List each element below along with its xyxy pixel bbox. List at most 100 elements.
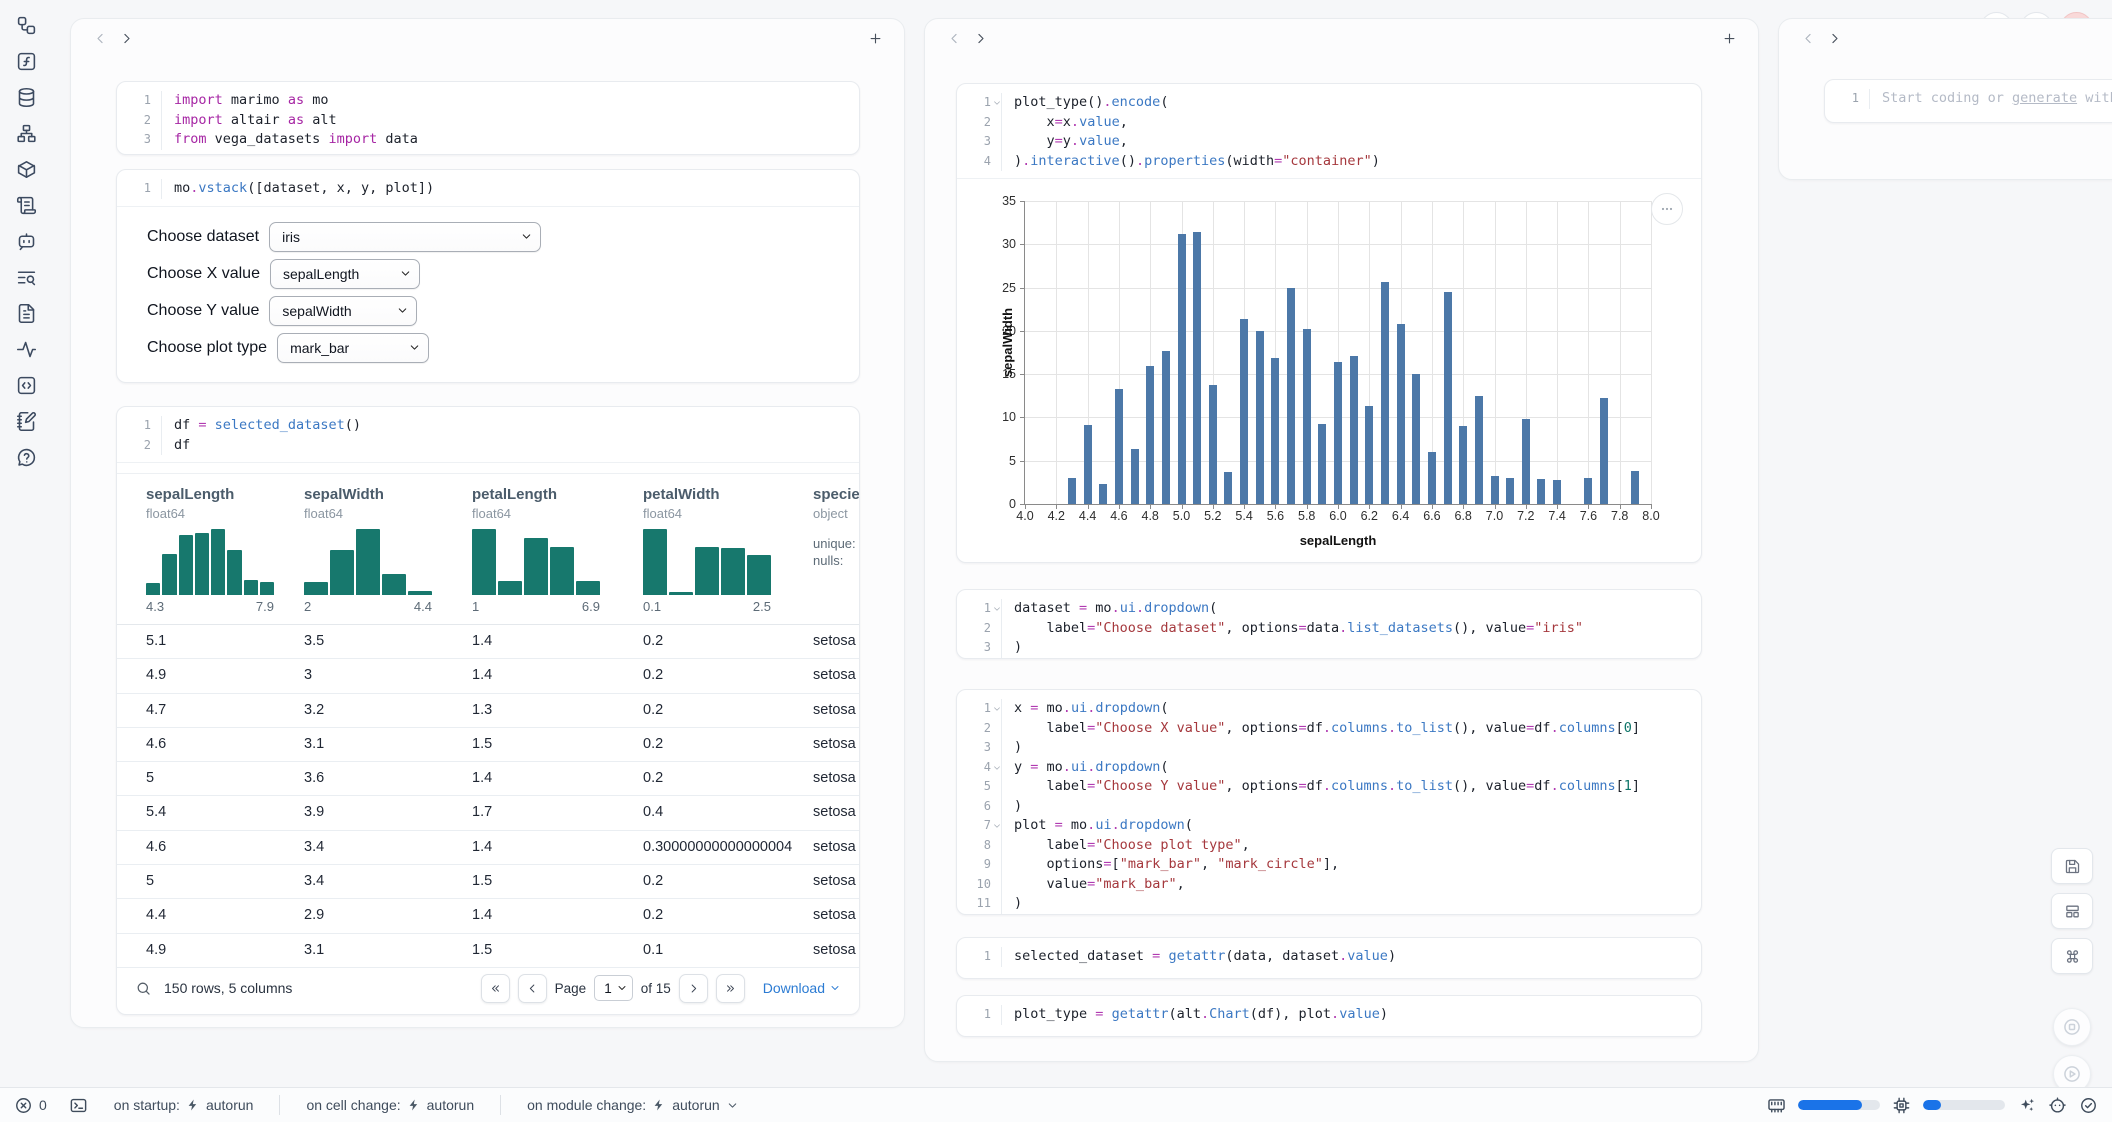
sidebar-item-notebook-pen[interactable] — [15, 410, 37, 432]
column-header-sepalLength[interactable]: sepalLengthfloat644.37.9 — [146, 486, 296, 614]
line-number: 2 — [957, 719, 1002, 739]
fold-chevron-icon[interactable] — [992, 821, 1002, 831]
prev-page-button[interactable] — [518, 974, 547, 1003]
chart-menu-button[interactable] — [1651, 193, 1683, 225]
table-cell: setosa — [813, 839, 859, 855]
dropdown-choose-plot-type[interactable]: mark_bar — [277, 333, 429, 363]
sidebar-item-package[interactable] — [15, 158, 37, 180]
column-header-sepalWidth[interactable]: sepalWidthfloat6424.4 — [304, 486, 454, 614]
chart-bar — [1178, 234, 1186, 504]
page-value: 1 — [604, 981, 612, 996]
chart-bar — [1334, 362, 1342, 504]
line-number: 1 — [957, 599, 1002, 619]
table-cell: 5.4 — [146, 804, 294, 820]
dropdown-choose-x-value[interactable]: sepalLength — [270, 259, 420, 289]
errors-icon[interactable] — [14, 1096, 33, 1115]
table-row[interactable]: 4.63.41.40.30000000000000004setosa — [117, 831, 859, 865]
code-text: label="Choose Y value", options=df.colum… — [1002, 777, 1640, 797]
connected-check-icon[interactable] — [2079, 1096, 2098, 1115]
sidebar-item-scroll-text[interactable] — [15, 194, 37, 216]
code-editor[interactable]: 1selected_dataset = getattr(data, datase… — [957, 938, 1701, 974]
code-editor[interactable]: 1mo.vstack([dataset, x, y, plot]) — [117, 170, 859, 206]
stop-button[interactable] — [2053, 1008, 2091, 1046]
layout-button[interactable] — [2051, 893, 2093, 929]
download-button[interactable]: Download — [763, 980, 841, 996]
chart-bar — [1162, 351, 1170, 504]
code-editor[interactable]: 1Start coding or generate with — [1825, 80, 2112, 116]
column-next-button[interactable] — [113, 25, 139, 51]
table-row[interactable]: 4.42.91.40.2setosa — [117, 899, 859, 933]
code-editor[interactable]: 1df = selected_dataset()2df — [117, 407, 859, 462]
code-editor[interactable]: 1dataset = mo.ui.dropdown(2 label="Choos… — [957, 590, 1701, 659]
code-editor[interactable]: 1plot_type().encode(2 x=x.value,3 y=y.va… — [957, 84, 1701, 178]
table-row[interactable]: 53.61.40.2setosa — [117, 762, 859, 796]
code-editor[interactable]: 1x = mo.ui.dropdown(2 label="Choose X va… — [957, 690, 1701, 915]
gridline — [1651, 201, 1652, 504]
bot-icon[interactable] — [2048, 1096, 2067, 1115]
chart-bar — [1537, 479, 1545, 504]
column-header-petalWidth[interactable]: petalWidthfloat640.12.5 — [643, 486, 793, 614]
search-icon[interactable] — [135, 980, 152, 997]
sidebar-item-file-text[interactable] — [15, 302, 37, 324]
first-page-button[interactable] — [481, 974, 510, 1003]
add-cell-button[interactable] — [862, 25, 888, 51]
bar-chart[interactable]: 4.04.24.44.64.85.05.25.45.65.86.06.26.46… — [957, 179, 1701, 561]
code-line: 3) — [957, 738, 1701, 758]
fold-chevron-icon[interactable] — [992, 704, 1002, 714]
histogram-bar — [576, 581, 600, 595]
code-editor[interactable]: 1plot_type = getattr(alt.Chart(df), plot… — [957, 996, 1701, 1032]
code-text: label="Choose X value", options=df.colum… — [1002, 719, 1640, 739]
column-prev-button[interactable] — [87, 25, 113, 51]
fold-chevron-icon[interactable] — [992, 98, 1002, 108]
sidebar-item-file-tree[interactable] — [15, 14, 37, 36]
run-mode-1[interactable]: on cell change:autorun — [306, 1097, 474, 1113]
table-row[interactable]: 4.63.11.50.2setosa — [117, 728, 859, 762]
table-row[interactable]: 5.13.51.40.2setosa — [117, 625, 859, 659]
column-prev-button[interactable] — [1795, 25, 1821, 51]
histogram-bar — [179, 535, 193, 595]
run-mode-0[interactable]: on startup:autorun — [114, 1097, 254, 1113]
table-row[interactable]: 53.41.50.2setosa — [117, 865, 859, 899]
code-editor[interactable]: 1import marimo as mo2import altair as al… — [117, 82, 859, 155]
sidebar-item-code-square[interactable] — [15, 374, 37, 396]
table-row[interactable]: 5.43.91.70.4setosa — [117, 796, 859, 830]
column-next-button[interactable] — [1821, 25, 1847, 51]
dropdown-choose-dataset[interactable]: iris — [269, 222, 541, 252]
sidebar-item-activity[interactable] — [15, 338, 37, 360]
table-cell: setosa — [813, 873, 859, 889]
column-next-button[interactable] — [967, 25, 993, 51]
table-row[interactable]: 4.73.21.30.2setosa — [117, 694, 859, 728]
run-mode-2[interactable]: on module change:autorun — [527, 1097, 739, 1113]
code-text: mo.vstack([dataset, x, y, plot]) — [162, 179, 434, 199]
fold-chevron-icon[interactable] — [992, 763, 1002, 773]
table-row[interactable]: 4.931.40.2setosa — [117, 659, 859, 693]
next-page-button[interactable] — [679, 974, 708, 1003]
sidebar-item-bot-message[interactable] — [15, 230, 37, 252]
last-page-button[interactable] — [716, 974, 745, 1003]
line-number: 1 — [1825, 89, 1870, 109]
chevron-down-icon — [408, 341, 421, 354]
fold-chevron-icon[interactable] — [992, 604, 1002, 614]
column-header-species[interactable]: speciesobjectunique:nulls: — [813, 486, 860, 569]
sidebar-item-database[interactable] — [15, 86, 37, 108]
sparkles-icon[interactable] — [2017, 1096, 2036, 1115]
sidebar-item-text-search[interactable] — [15, 266, 37, 288]
table-cell: setosa — [813, 702, 859, 718]
column-prev-button[interactable] — [941, 25, 967, 51]
histogram-bar — [524, 538, 548, 595]
add-cell-button[interactable] — [1716, 25, 1742, 51]
x-tick-label: 5.6 — [1267, 509, 1284, 523]
sidebar-item-message-question[interactable] — [15, 446, 37, 468]
sidebar-item-sitemap[interactable] — [15, 122, 37, 144]
sidebar-item-function-square[interactable] — [15, 50, 37, 72]
code-text: from vega_datasets import data — [162, 130, 418, 150]
page-select[interactable]: 1 — [594, 975, 633, 1001]
table-cell: 3.5 — [304, 633, 462, 649]
chart-plot-area[interactable]: 4.04.24.44.64.85.05.25.45.65.86.06.26.46… — [1024, 201, 1651, 505]
save-button[interactable] — [2051, 848, 2093, 884]
command-palette-button[interactable] — [2051, 938, 2093, 974]
dropdown-choose-y-value[interactable]: sepalWidth — [269, 296, 417, 326]
terminal-icon[interactable] — [69, 1096, 88, 1115]
dropdown-value: sepalWidth — [282, 303, 351, 319]
column-header-petalLength[interactable]: petalLengthfloat6416.9 — [472, 486, 622, 614]
